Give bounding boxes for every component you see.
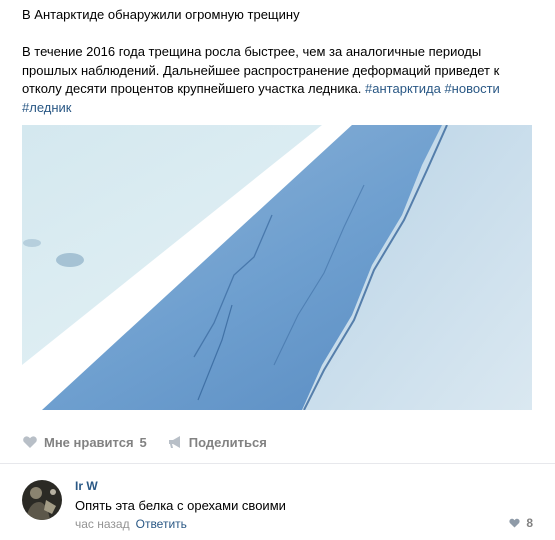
ice-pool-small: [23, 239, 41, 247]
hashtag-antarctica[interactable]: #антарктида: [365, 81, 441, 96]
like-label: Мне нравится: [44, 434, 134, 450]
share-button[interactable]: Поделиться: [167, 434, 267, 450]
share-label: Поделиться: [188, 434, 267, 450]
ice-pool: [56, 253, 84, 267]
comments-divider: [0, 463, 555, 464]
like-button[interactable]: Мне нравится 5: [22, 434, 147, 450]
like-count: 5: [139, 434, 147, 450]
hashtag-news[interactable]: #новости: [444, 81, 499, 96]
reply-button[interactable]: Ответить: [136, 517, 187, 531]
heart-icon: [23, 436, 37, 448]
comment-author[interactable]: Ir W: [75, 479, 98, 493]
heart-icon: [509, 518, 520, 528]
comment-text: Опять эта белка с орехами своими: [75, 498, 286, 513]
comment-meta: час назад Ответить: [75, 517, 187, 531]
comment-like-count: 8: [526, 516, 533, 530]
comment-time: час назад: [75, 517, 130, 531]
megaphone-icon: [168, 436, 180, 448]
comment-like-button[interactable]: 8: [508, 516, 533, 530]
comment-avatar[interactable]: [22, 480, 62, 520]
post-photo-ice-crack[interactable]: [22, 125, 532, 410]
post-title: В Антарктиде обнаружили огромную трещину: [22, 7, 300, 22]
wall-post: В Антарктиде обнаружили огромную трещину…: [0, 0, 555, 540]
hashtag-glacier[interactable]: #ледник: [22, 100, 71, 115]
post-text: В течение 2016 года трещина росла быстре…: [22, 43, 532, 117]
post-actions: Мне нравится 5 Поделиться: [22, 432, 267, 452]
